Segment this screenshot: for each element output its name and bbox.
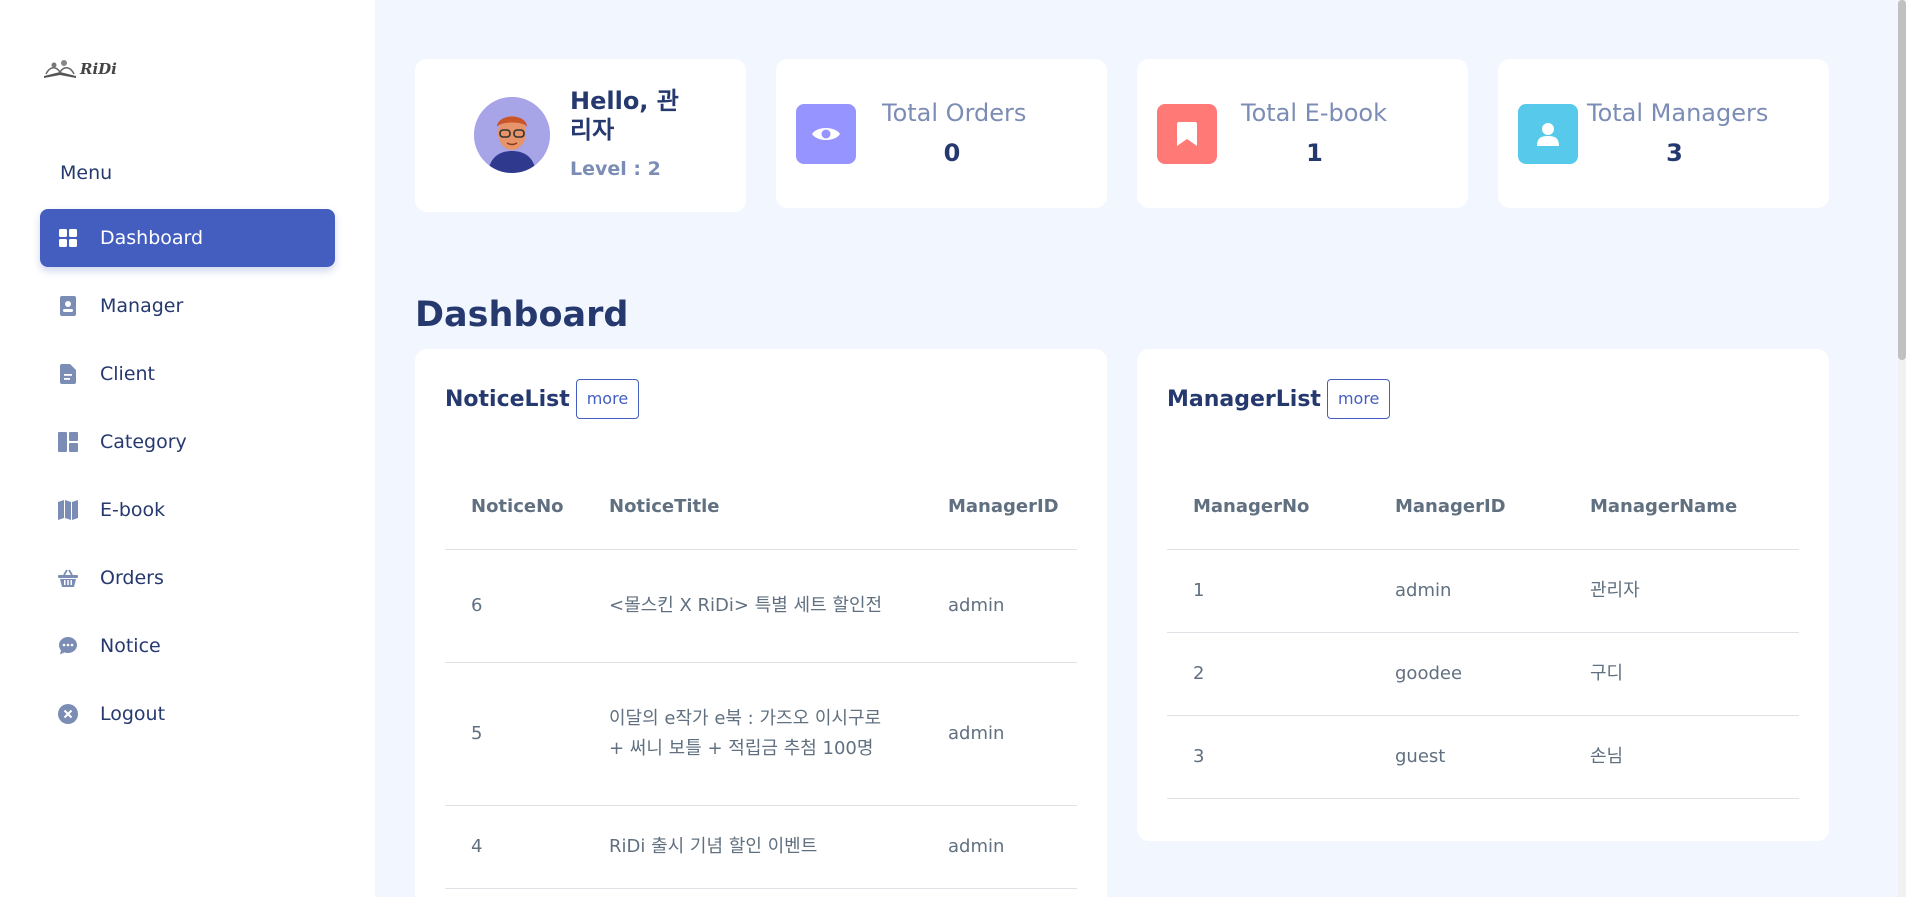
sidebar-item-manager[interactable]: Manager	[40, 277, 335, 335]
sidebar-item-orders[interactable]: Orders	[40, 549, 335, 607]
column-header: ManagerID	[922, 465, 1077, 550]
notice-manager-id: admin	[922, 662, 1077, 806]
sidebar-item-label: Logout	[100, 703, 166, 725]
column-header: ManagerNo	[1167, 465, 1369, 550]
table-row[interactable]: 4 RiDi 출시 기념 할인 이벤트 admin	[445, 805, 1077, 889]
manager-id: admin	[1369, 549, 1564, 633]
basket-icon	[58, 568, 78, 588]
notice-title[interactable]: <몰스킨 X RiDi> 특별 세트 할인전	[583, 549, 922, 663]
stat-title: Total Orders	[882, 99, 1027, 127]
sidebar-nav: Dashboard Manager Client Category E-book	[40, 209, 335, 753]
map-icon	[58, 500, 78, 520]
notice-no: 6	[445, 549, 583, 663]
sidebar: RiDi Menu Dashboard Manager Client Categ…	[0, 0, 375, 897]
notice-no: 4	[445, 805, 583, 889]
file-icon	[58, 364, 78, 384]
column-header: ManagerID	[1369, 465, 1564, 550]
stat-title: Total E-book	[1241, 99, 1388, 127]
panel-title: ManagerList	[1167, 386, 1321, 412]
scrollbar-thumb[interactable]	[1898, 0, 1906, 360]
stat-value: 3	[1666, 139, 1683, 167]
stat-card-managers: Total Managers 3	[1498, 59, 1829, 208]
notice-title[interactable]: RiDi 출시 기념 할인 이벤트	[583, 805, 922, 889]
manager-name: 구디	[1564, 632, 1799, 716]
notice-manager-id: admin	[922, 549, 1077, 663]
sidebar-item-notice[interactable]: Notice	[40, 617, 335, 675]
chat-icon	[58, 636, 78, 656]
sidebar-item-label: Notice	[100, 635, 161, 657]
sidebar-item-dashboard[interactable]: Dashboard	[40, 209, 335, 267]
notice-list-panel: NoticeList more NoticeNo NoticeTitle Man…	[415, 349, 1107, 897]
table-row[interactable]: 3 guest 손님	[1167, 715, 1799, 799]
notice-title[interactable]: 이달의 e작가 e북 : 가즈오 이시구로 + 써니 보틀 + 적립금 추첨 1…	[583, 662, 922, 806]
manager-id: guest	[1369, 715, 1564, 799]
table-row[interactable]: 1 admin 관리자	[1167, 549, 1799, 633]
manager-more-button[interactable]: more	[1326, 379, 1391, 419]
bookmark-icon	[1157, 104, 1217, 164]
stat-value: 0	[943, 139, 961, 167]
sidebar-item-label: Orders	[100, 567, 164, 589]
notice-no: 5	[445, 662, 583, 806]
profile-card: Hello, 관리자 Level : 2	[415, 59, 746, 212]
level-text: Level : 2	[570, 158, 661, 180]
manager-no: 1	[1167, 549, 1369, 633]
ridi-logo[interactable]: RiDi	[42, 58, 117, 80]
manager-no: 3	[1167, 715, 1369, 799]
avatar[interactable]	[474, 97, 550, 173]
column-header: ManagerName	[1564, 465, 1799, 550]
manager-id: goodee	[1369, 632, 1564, 716]
manager-no: 2	[1167, 632, 1369, 716]
greeting-text: Hello, 관리자	[570, 87, 679, 144]
stat-card-ebook: Total E-book 1	[1137, 59, 1468, 208]
notice-table: NoticeNo NoticeTitle ManagerID 6 <몰스킨 X …	[445, 465, 1077, 889]
sidebar-item-client[interactable]: Client	[40, 345, 335, 403]
manager-name: 관리자	[1564, 549, 1799, 633]
sidebar-item-label: Category	[100, 431, 187, 453]
logo-text: RiDi	[80, 60, 117, 78]
layout-icon	[58, 432, 78, 452]
sidebar-item-label: Manager	[100, 295, 184, 317]
menu-title: Menu	[60, 162, 113, 184]
stat-title: Total Managers	[1587, 99, 1769, 127]
grid-icon	[58, 228, 78, 248]
badge-icon	[58, 296, 78, 316]
manager-table: ManagerNo ManagerID ManagerName 1 admin …	[1167, 465, 1799, 799]
x-circle-icon	[58, 704, 78, 724]
eye-icon	[796, 104, 856, 164]
table-row[interactable]: 5 이달의 e작가 e북 : 가즈오 이시구로 + 써니 보틀 + 적립금 추첨…	[445, 662, 1077, 806]
page-title: Dashboard	[415, 295, 629, 335]
person-icon	[1518, 104, 1578, 164]
stat-value: 1	[1306, 139, 1323, 167]
column-header: NoticeTitle	[583, 465, 922, 550]
notice-more-button[interactable]: more	[575, 379, 640, 419]
table-row[interactable]: 6 <몰스킨 X RiDi> 특별 세트 할인전 admin	[445, 549, 1077, 663]
panel-title: NoticeList	[445, 386, 570, 412]
sidebar-item-label: Client	[100, 363, 156, 385]
manager-list-panel: ManagerList more ManagerNo ManagerID Man…	[1137, 349, 1829, 841]
manager-name: 손님	[1564, 715, 1799, 799]
sidebar-item-category[interactable]: Category	[40, 413, 335, 471]
book-logo-icon	[44, 60, 76, 78]
column-header: NoticeNo	[445, 465, 583, 550]
sidebar-item-ebook[interactable]: E-book	[40, 481, 335, 539]
table-row[interactable]: 2 goodee 구디	[1167, 632, 1799, 716]
sidebar-item-label: Dashboard	[100, 227, 204, 249]
stat-card-orders: Total Orders 0	[776, 59, 1107, 208]
notice-manager-id: admin	[922, 805, 1077, 889]
sidebar-item-logout[interactable]: Logout	[40, 685, 335, 743]
sidebar-item-label: E-book	[100, 499, 166, 521]
